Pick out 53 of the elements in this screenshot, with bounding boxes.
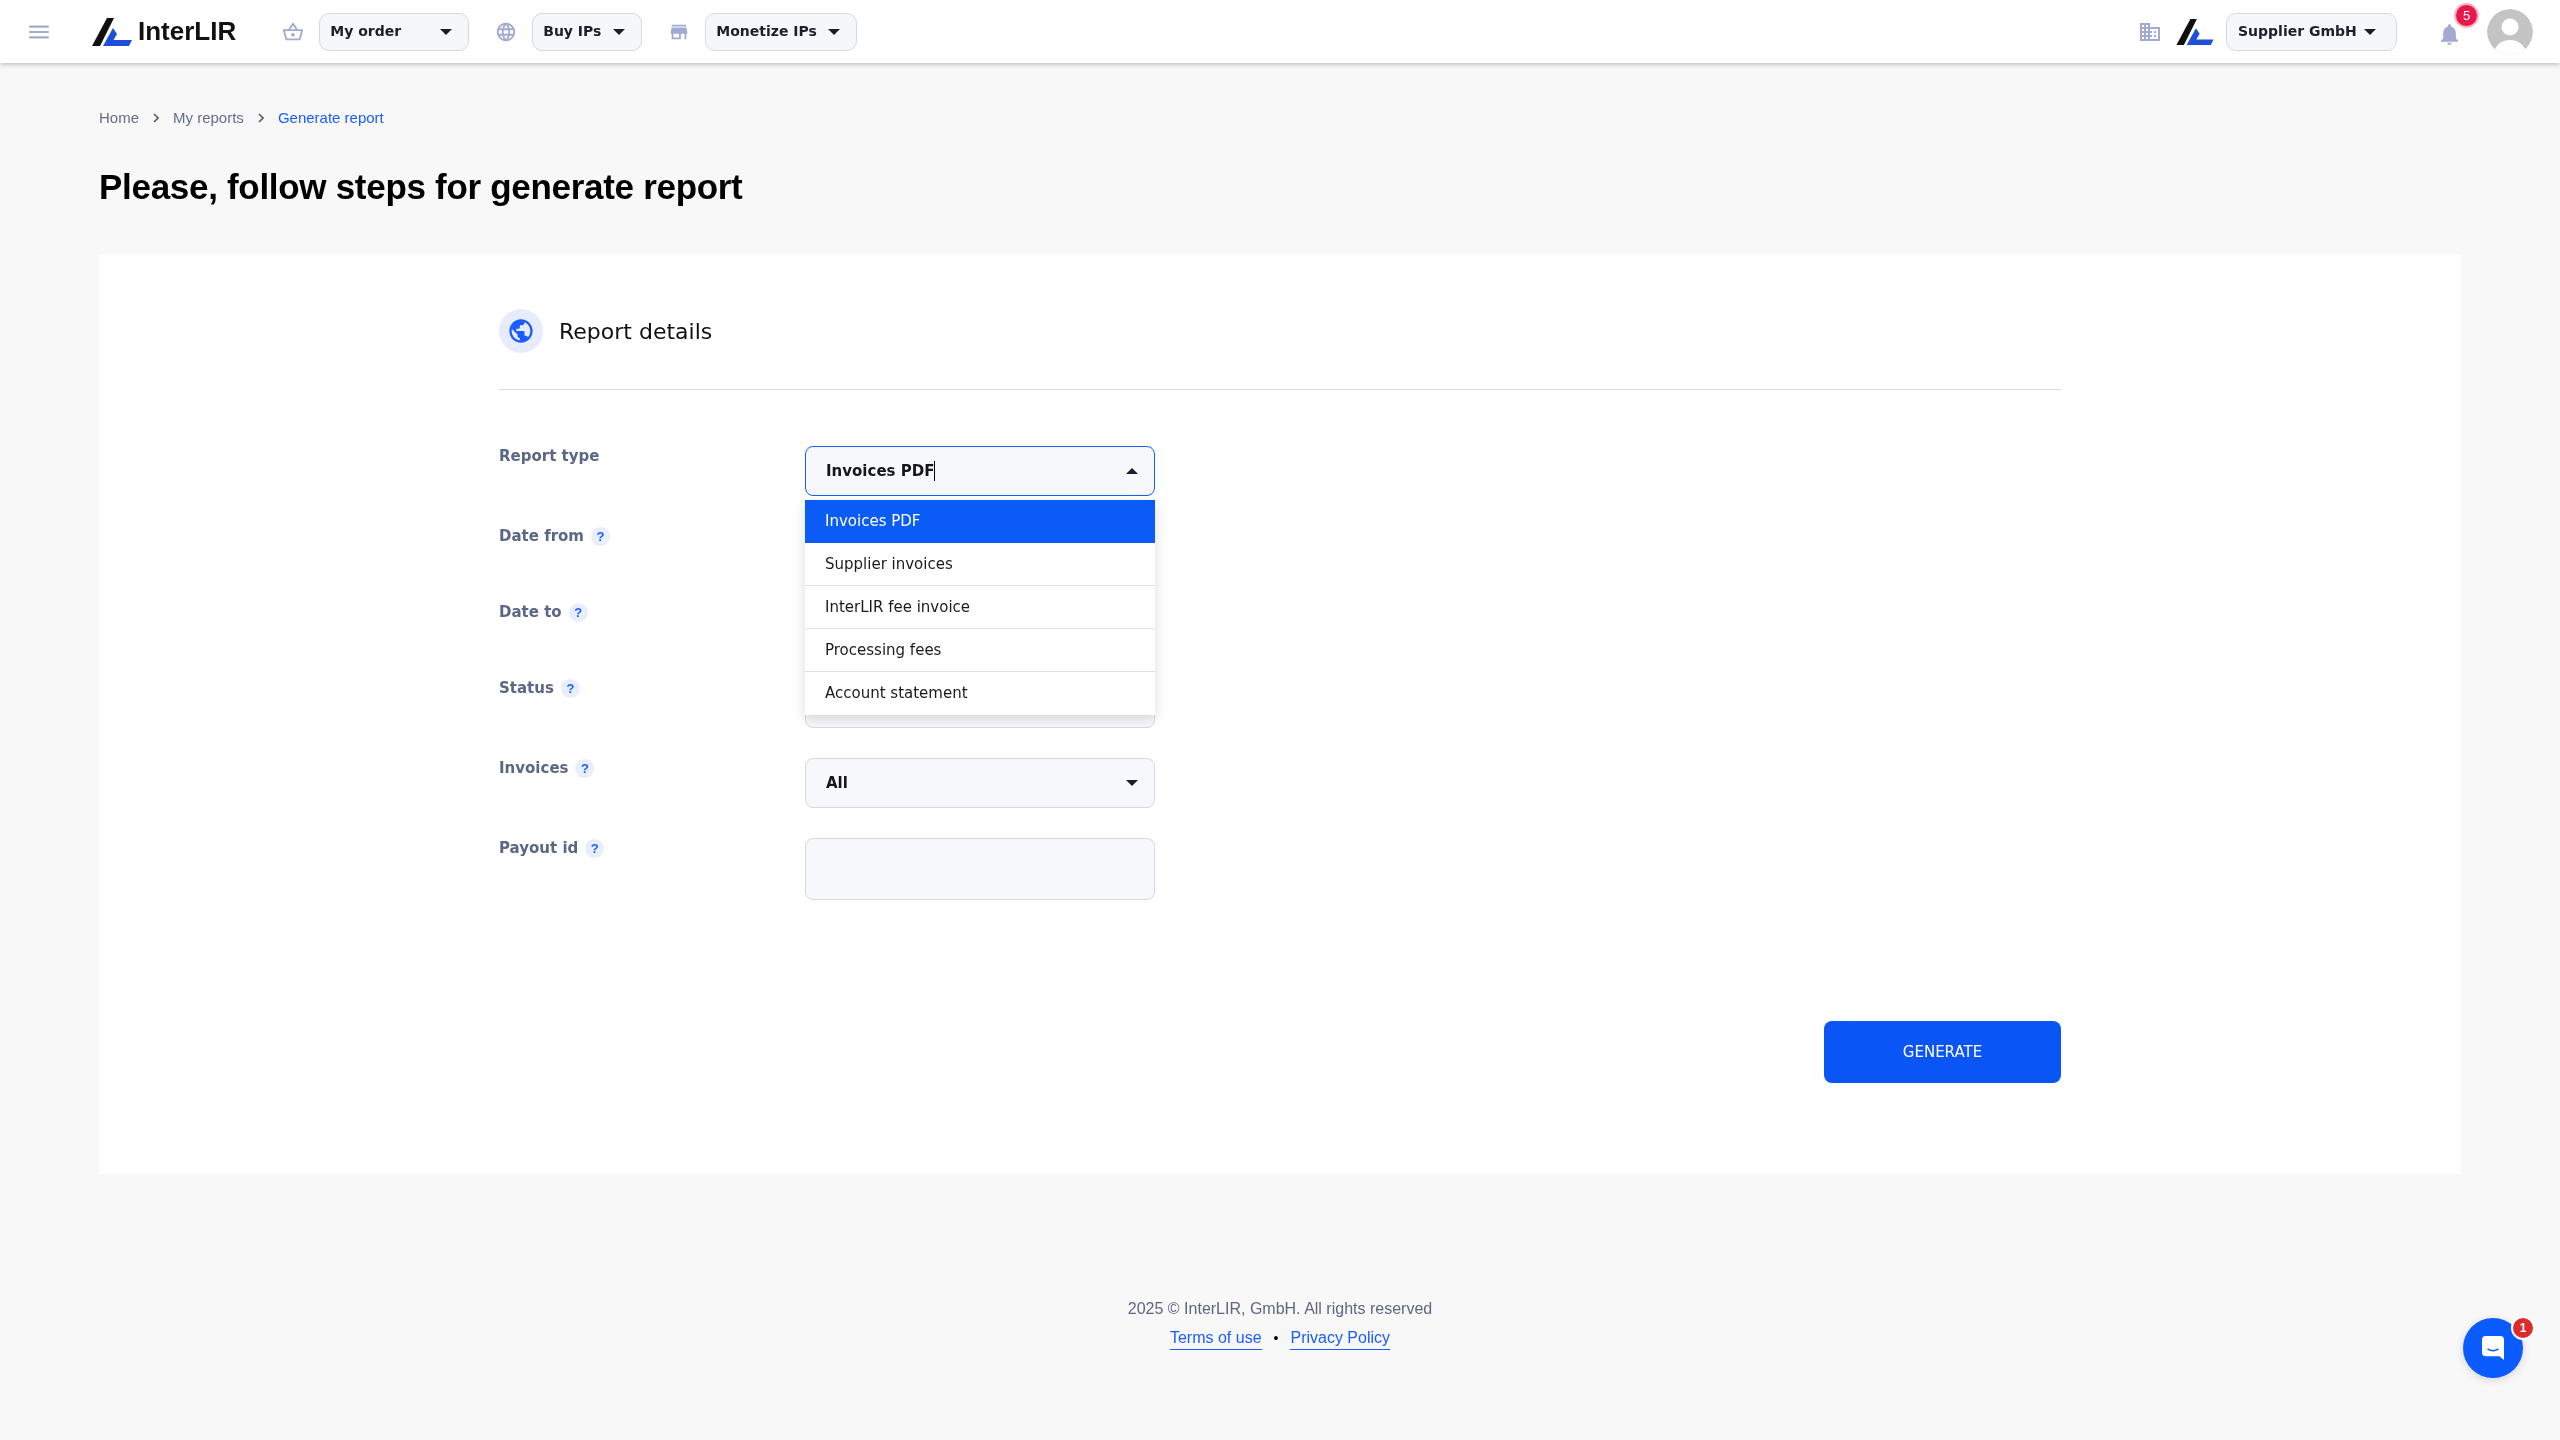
chat-notification-count: 1	[2513, 1318, 2533, 1338]
breadcrumb-link[interactable]: Generate report	[277, 108, 384, 128]
bell-icon[interactable]	[2441, 24, 2458, 45]
field-label: Invoices	[499, 758, 569, 778]
notification-count: 5	[2456, 5, 2477, 26]
caret-icon	[1126, 468, 1138, 474]
text-cursor	[934, 461, 936, 481]
help-hint[interactable]: ?	[585, 838, 605, 858]
dropdown-option[interactable]: Invoices PDF	[805, 500, 1155, 543]
caret-icon	[613, 28, 626, 35]
field-label: Status	[499, 678, 554, 698]
field-label: Date from	[499, 526, 584, 546]
footer-link[interactable]: Terms of use	[1169, 1327, 1262, 1350]
chevron-right-icon	[153, 113, 159, 123]
help-hint[interactable]: ?	[575, 758, 595, 778]
field-label: Date to	[499, 602, 562, 622]
dropdown-option[interactable]: Processing fees	[805, 629, 1155, 672]
field-label: Payout id	[499, 838, 579, 858]
logo-icon	[2176, 18, 2214, 45]
chevron-right-icon	[257, 113, 264, 123]
help-hint[interactable]: ?	[568, 602, 588, 622]
basket-icon	[282, 20, 305, 43]
globe-icon	[499, 309, 543, 353]
footer-link[interactable]: Privacy Policy	[1290, 1327, 1391, 1350]
breadcrumb-link[interactable]: My reports	[173, 108, 244, 128]
company-dropdown[interactable]: Supplier GmbH	[2226, 12, 2397, 51]
nav-dropdown[interactable]: My order	[319, 12, 470, 51]
dropdown-option[interactable]: Account statement	[805, 672, 1155, 715]
caret-icon	[440, 28, 453, 35]
nav-dropdown[interactable]: Buy IPs	[532, 12, 643, 51]
field-label: Report type	[499, 446, 600, 466]
text-input[interactable]	[805, 838, 1155, 900]
nav-dropdown[interactable]: Monetize IPs	[705, 12, 858, 51]
caret-icon	[828, 28, 841, 35]
generate-button[interactable]: GENERATE	[1824, 1021, 2061, 1083]
select-field[interactable]: All	[805, 758, 1155, 808]
chat-icon	[2482, 1336, 2504, 1360]
caret-icon	[2364, 28, 2376, 35]
separator: •	[1273, 1329, 1279, 1348]
dropdown-option[interactable]: InterLIR fee invoice	[805, 586, 1155, 629]
logo-icon	[92, 17, 132, 46]
user-avatar[interactable]	[2487, 8, 2533, 55]
breadcrumb-link[interactable]: Home	[99, 108, 139, 128]
help-hint[interactable]: ?	[560, 678, 580, 698]
caret-icon	[1126, 780, 1138, 786]
page-title: Please, follow steps for generate report	[99, 166, 743, 208]
dropdown-option[interactable]: Supplier invoices	[805, 543, 1155, 586]
copyright-text: 2025 © InterLIR, GmbH. All rights reserved	[1127, 1299, 1433, 1319]
globe-icon	[495, 20, 518, 43]
select-field[interactable]: Invoices PDF	[805, 446, 1155, 496]
brand-name[interactable]: InterLIR	[138, 12, 237, 51]
section-title: Report details	[559, 317, 713, 346]
help-hint[interactable]: ?	[591, 526, 610, 546]
